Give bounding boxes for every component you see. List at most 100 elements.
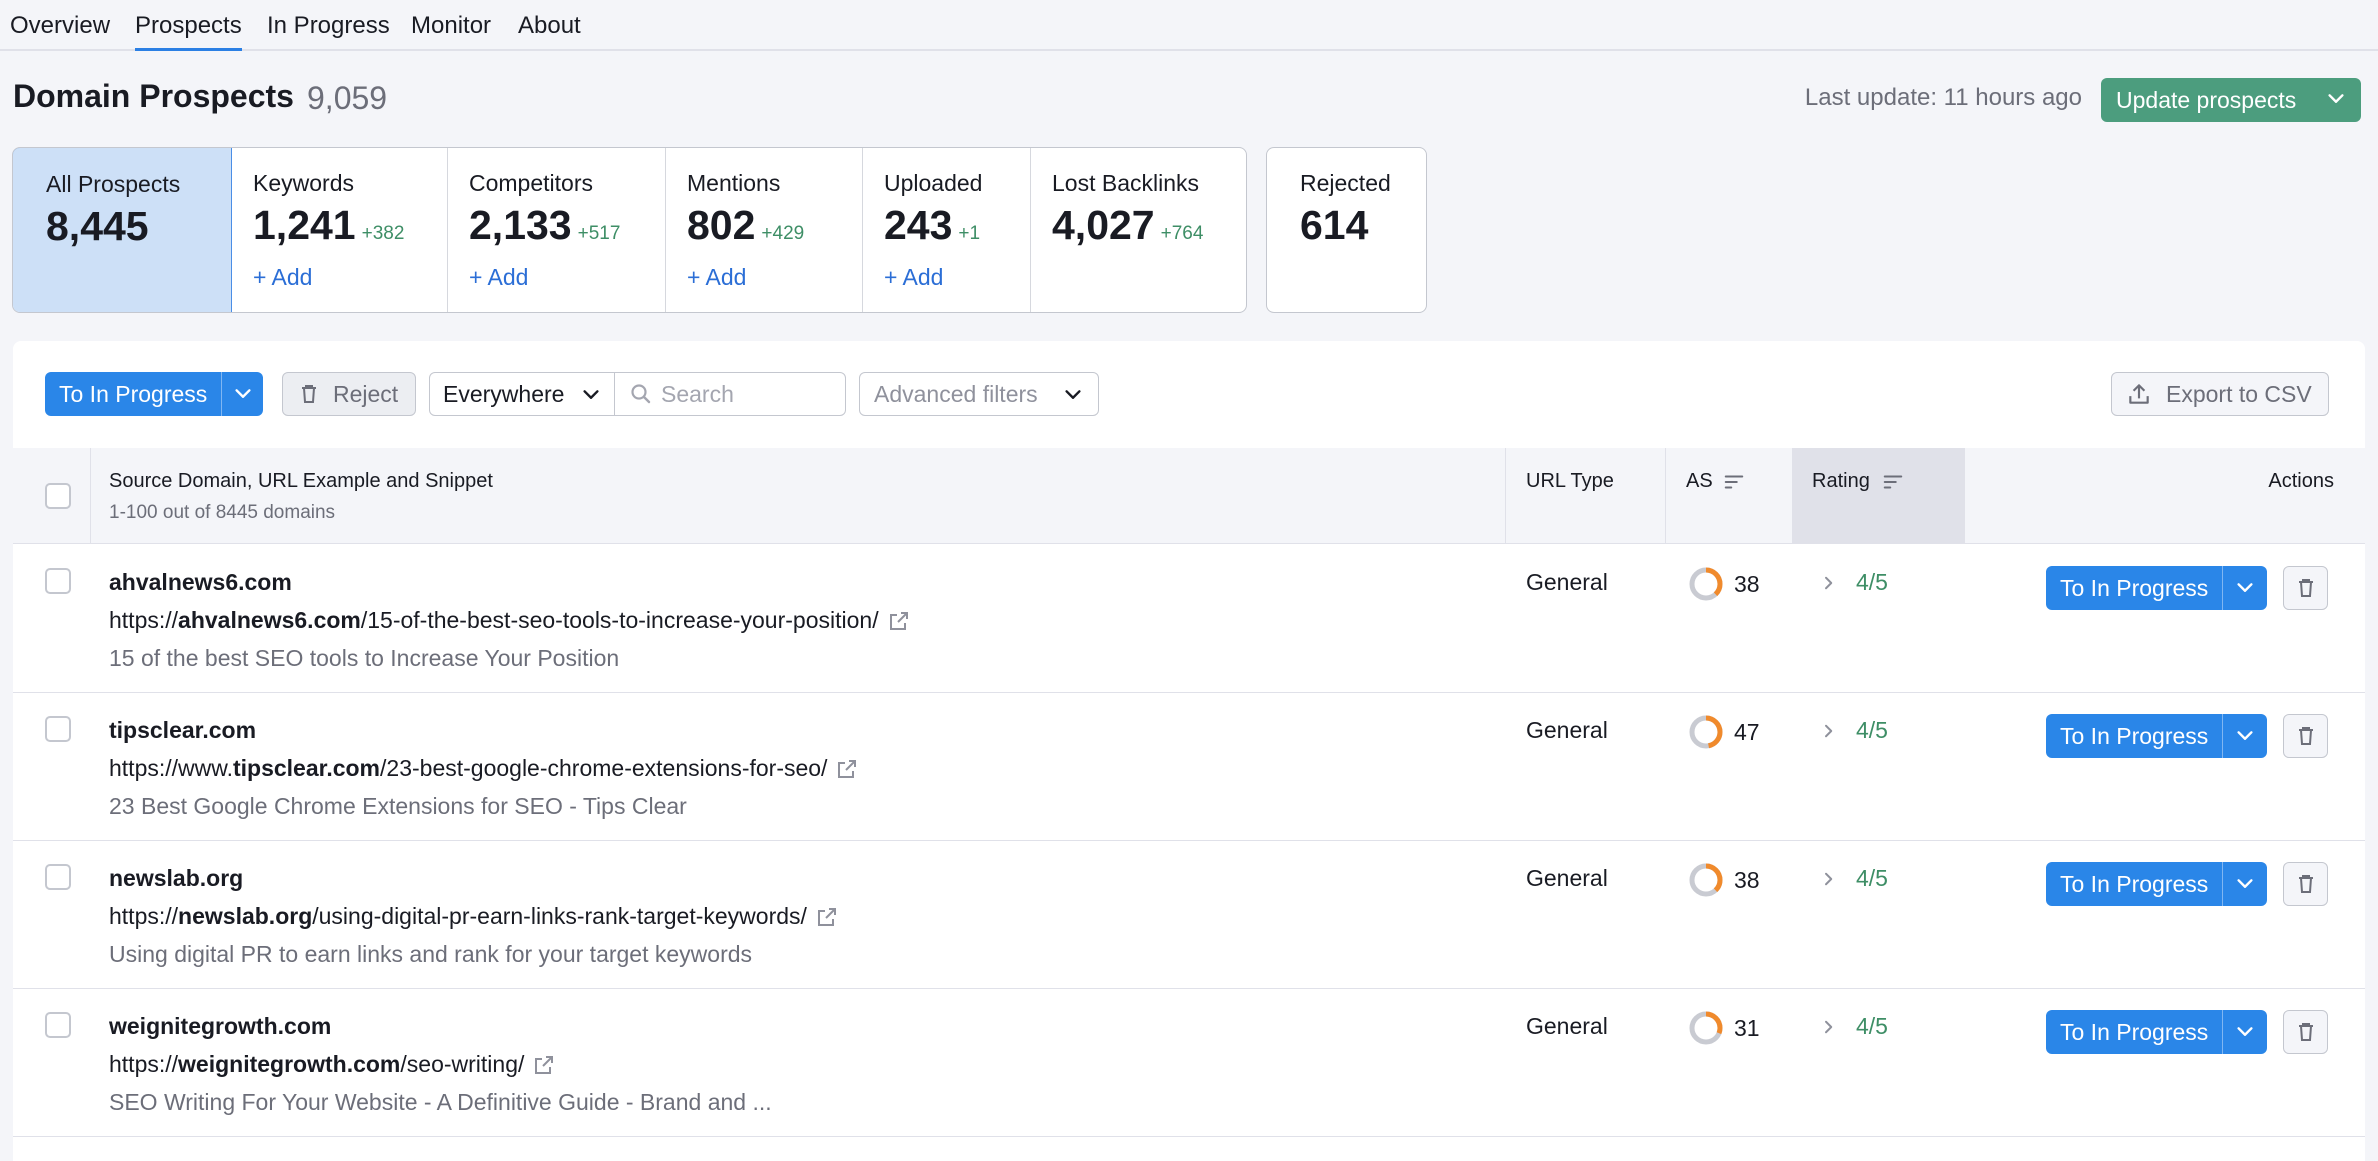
column-header-rating-label: Rating: [1812, 470, 1870, 492]
source-domain[interactable]: tipsclear.com: [109, 717, 256, 744]
reject-button[interactable]: Reject: [282, 372, 416, 416]
row-to-in-progress-split-button: To In Progress: [2046, 862, 2268, 906]
tab-monitor[interactable]: Monitor: [411, 12, 491, 51]
card-label: Mentions: [687, 170, 781, 196]
url-example[interactable]: https://www. tipsclear.com/23-best-google…: [109, 755, 859, 782]
update-prospects-label: Update prospects: [2116, 86, 2297, 113]
external-link-icon[interactable]: [532, 1053, 556, 1077]
url-type: General: [1526, 717, 1608, 743]
card-lost-backlinks[interactable]: Lost Backlinks 4,027 +764: [1031, 148, 1246, 312]
card-value-number: 243: [884, 202, 953, 248]
url-path: /15-of-the-best-seo-tools-to-increase-yo…: [360, 607, 879, 633]
authority-score-value: 47: [1734, 718, 1760, 745]
url-example[interactable]: https://ahvalnews6.com/15-of-the-best-se…: [109, 607, 911, 634]
row-to-in-progress-dropdown[interactable]: [2223, 566, 2268, 610]
card-all-prospects[interactable]: All Prospects 8,445: [13, 148, 232, 312]
bulk-to-in-progress-dropdown[interactable]: [222, 372, 264, 416]
search-scope-select[interactable]: Everywhere: [429, 372, 615, 416]
card-value: 8,445: [46, 203, 149, 249]
search-input[interactable]: [661, 380, 831, 408]
trash-icon: [2298, 1023, 2313, 1041]
card-label: Keywords: [253, 170, 354, 196]
tab-about[interactable]: About: [518, 12, 581, 51]
authority-score-value: 38: [1734, 570, 1760, 597]
add-uploaded-link[interactable]: + Add: [884, 264, 943, 291]
rating-value: 4/5: [1856, 569, 1888, 595]
card-uploaded[interactable]: Uploaded 243 +1 + Add: [863, 148, 1031, 312]
row-reject-button[interactable]: [2283, 714, 2328, 758]
row-to-in-progress-split-button: To In Progress: [2046, 1010, 2268, 1054]
source-domain[interactable]: weignitegrowth.com: [109, 1013, 331, 1040]
update-prospects-button[interactable]: Update prospects: [2101, 78, 2361, 122]
column-header-rating[interactable]: Rating: [1812, 470, 1904, 493]
row-checkbox[interactable]: [45, 864, 71, 890]
card-rejected[interactable]: Rejected 614: [1266, 147, 1427, 313]
row-checkbox[interactable]: [45, 568, 71, 594]
card-keywords[interactable]: Keywords 1,241 +382 + Add: [232, 148, 448, 312]
snippet: SEO Writing For Your Website - A Definit…: [109, 1089, 772, 1115]
tab-prospects[interactable]: Prospects: [135, 12, 242, 51]
url-prefix: https://: [109, 903, 179, 929]
row-to-in-progress-dropdown[interactable]: [2223, 1010, 2268, 1054]
rating-expander[interactable]: 4/5: [1820, 865, 1888, 892]
external-link-icon[interactable]: [887, 609, 911, 633]
trash-icon: [2298, 579, 2313, 597]
advanced-filters-dropdown[interactable]: Advanced filters: [859, 372, 1099, 416]
chevron-right-icon: [1825, 576, 1833, 589]
column-header-as[interactable]: AS: [1686, 470, 1745, 493]
row-checkbox[interactable]: [45, 716, 71, 742]
bulk-to-in-progress-button[interactable]: To In Progress: [45, 372, 223, 416]
add-mentions-link[interactable]: + Add: [687, 264, 746, 291]
column-divider: [90, 448, 91, 544]
row-to-in-progress-button[interactable]: To In Progress: [2046, 862, 2224, 906]
row-to-in-progress-dropdown[interactable]: [2223, 714, 2268, 758]
card-competitors[interactable]: Competitors 2,133 +517 + Add: [448, 148, 666, 312]
source-domain[interactable]: ahvalnews6.com: [109, 569, 292, 596]
add-competitors-link[interactable]: + Add: [469, 264, 528, 291]
rating-expander[interactable]: 4/5: [1820, 717, 1888, 744]
card-mentions[interactable]: Mentions 802 +429 + Add: [666, 148, 863, 312]
rating-expander[interactable]: 4/5: [1820, 1013, 1888, 1040]
last-update-text: Last update: 11 hours ago: [1804, 84, 2082, 111]
trash-icon: [2298, 875, 2313, 893]
url-path: /23-best-google-chrome-extensions-for-se…: [380, 755, 828, 781]
row-to-in-progress-button[interactable]: To In Progress: [2046, 714, 2224, 758]
external-link-icon[interactable]: [815, 905, 839, 929]
select-all-checkbox[interactable]: [45, 483, 71, 509]
external-link-icon[interactable]: [835, 757, 859, 781]
row-reject-button[interactable]: [2283, 862, 2328, 906]
top-nav: Overview Prospects In Progress Monitor A…: [0, 0, 2378, 51]
url-type: General: [1526, 569, 1608, 595]
export-csv-button[interactable]: Export to CSV: [2111, 372, 2329, 416]
card-value-number: 802: [687, 202, 756, 248]
authority-score-value: 38: [1734, 866, 1760, 893]
prospects-panel: To In Progress Reject Everywhere Advance…: [13, 341, 2365, 1161]
add-keywords-link[interactable]: + Add: [253, 264, 312, 291]
url-example[interactable]: https://newslab.org/using-digital-pr-ear…: [109, 903, 839, 930]
rating-expander[interactable]: 4/5: [1820, 569, 1888, 596]
chevron-down-icon: [235, 389, 251, 398]
chevron-right-icon: [1825, 1020, 1833, 1033]
tab-overview[interactable]: Overview: [10, 12, 110, 51]
card-label: Competitors: [469, 170, 593, 196]
rating-value: 4/5: [1856, 865, 1888, 891]
tab-in-progress[interactable]: In Progress: [267, 12, 390, 51]
card-delta: +764: [1160, 223, 1204, 244]
export-csv-label: Export to CSV: [2166, 380, 2312, 407]
url-example[interactable]: https://weignitegrowth.com/seo-writing/: [109, 1051, 556, 1078]
table-row: ahvalnews6.com https://ahvalnews6.com/15…: [13, 545, 2365, 693]
row-checkbox[interactable]: [45, 1012, 71, 1038]
chevron-down-icon: [583, 390, 599, 399]
card-label: Lost Backlinks: [1052, 170, 1200, 196]
source-domain[interactable]: newslab.org: [109, 865, 243, 892]
row-reject-button[interactable]: [2283, 566, 2328, 610]
card-value: 614: [1300, 202, 1369, 248]
search-field: [614, 372, 846, 416]
row-to-in-progress-button[interactable]: To In Progress: [2046, 1010, 2224, 1054]
chevron-down-icon: [1065, 390, 1081, 399]
row-to-in-progress-dropdown[interactable]: [2223, 862, 2268, 906]
row-to-in-progress-button[interactable]: To In Progress: [2046, 566, 2224, 610]
card-value-number: 1,241: [253, 202, 356, 248]
search-scope-value: Everywhere: [443, 380, 565, 407]
row-reject-button[interactable]: [2283, 1010, 2328, 1054]
